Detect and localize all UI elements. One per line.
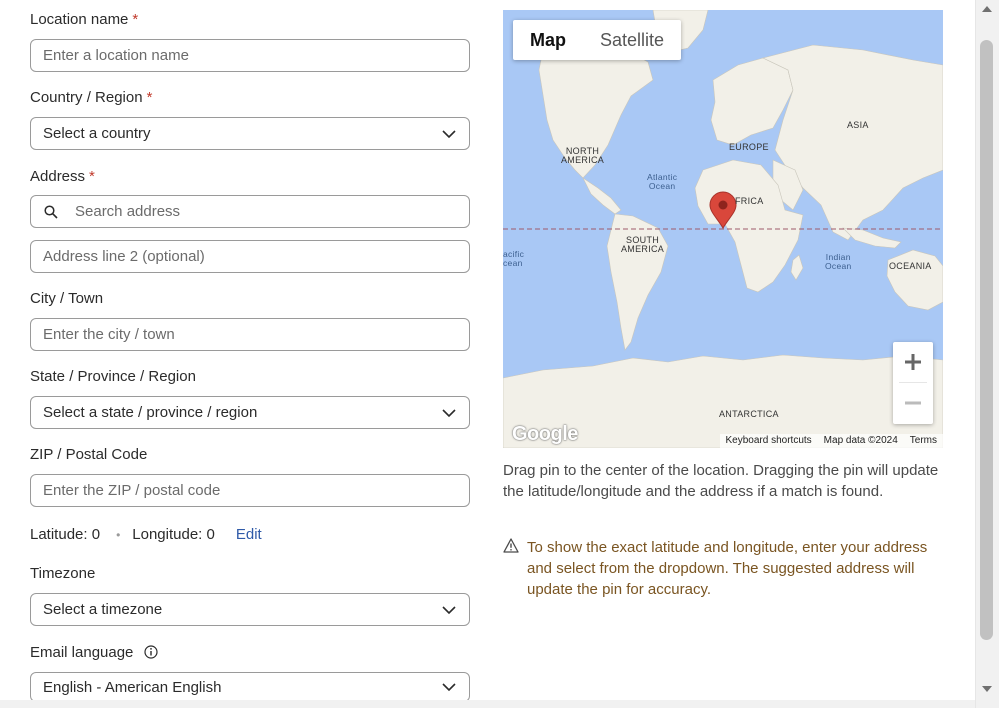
keyboard-shortcuts-link[interactable]: Keyboard shortcuts (720, 434, 818, 448)
edit-coordinates-link[interactable]: Edit (236, 526, 262, 543)
address-line2-input[interactable] (31, 241, 469, 272)
map-type-toggle: Map Satellite (513, 20, 682, 60)
city-label: City / Town (30, 290, 104, 307)
email-language-label: Email language (30, 644, 158, 661)
location-map[interactable]: NORTH AMERICA SOUTH AMERICA EUROPE ASIA FR… (503, 10, 943, 448)
north-america-map-label: NORTH AMERICA (561, 146, 605, 165)
location-name-field[interactable] (30, 39, 470, 72)
state-label: State / Province / Region (30, 368, 196, 385)
address-line2-field[interactable] (30, 240, 470, 273)
country-select[interactable]: Select a country (30, 117, 470, 150)
city-field[interactable] (30, 318, 470, 351)
search-icon (44, 205, 58, 219)
zoom-out-button[interactable] (893, 383, 933, 423)
central-america-land (582, 177, 622, 215)
address-search-input[interactable] (31, 196, 469, 227)
state-select[interactable]: Select a state / province / region (30, 396, 470, 429)
address-label: Address * (30, 168, 95, 185)
plus-icon (905, 354, 921, 370)
google-logo[interactable]: Google (512, 423, 578, 446)
email-language-select[interactable]: English - American English (30, 672, 470, 702)
minus-icon (905, 401, 921, 405)
tab-map[interactable]: Map (513, 20, 583, 60)
latitude-value: Latitude: 0 (30, 526, 101, 543)
state-select-value: Select a state / province / region (43, 404, 258, 421)
indian-ocean-map-label: Indian Ocean (825, 252, 852, 271)
australia-land (886, 249, 943, 311)
scrollbar-thumb[interactable] (980, 40, 993, 640)
map-data-credit: Map data ©2024 (823, 435, 898, 446)
south-america-map-label: SOUTH AMERICA (621, 235, 665, 254)
scroll-up-arrow-icon[interactable] (982, 6, 992, 12)
timezone-select-value: Select a timezone (43, 601, 163, 618)
indonesia-land (842, 227, 902, 249)
scroll-down-arrow-icon[interactable] (982, 686, 992, 692)
country-label: Country / Region * (30, 89, 153, 106)
email-language-select-value: English - American English (43, 678, 222, 696)
chevron-down-icon (442, 129, 456, 138)
asia-map-label: ASIA (847, 120, 869, 130)
pacific-ocean-map-label: acific cean (503, 249, 525, 268)
zip-label: ZIP / Postal Code (30, 446, 148, 463)
chevron-down-icon (442, 605, 456, 614)
city-input[interactable] (31, 319, 469, 350)
map-attribution: Keyboard shortcuts Map data ©2024 Terms (719, 434, 943, 448)
antarctica-map-label: ANTARCTICA (719, 409, 779, 419)
europe-map-label: EUROPE (729, 142, 769, 152)
country-select-value: Select a country (43, 125, 151, 142)
longitude-value: Longitude: 0 (132, 526, 215, 543)
chevron-down-icon (442, 683, 456, 692)
warning-text: To show the exact latitude and longitude… (527, 539, 928, 598)
chevron-down-icon (442, 408, 456, 417)
address-search-field[interactable] (30, 195, 470, 228)
zoom-controls (893, 342, 933, 424)
timezone-label: Timezone (30, 565, 96, 582)
atlantic-ocean-map-label: Atlantic Ocean (647, 172, 678, 191)
zip-input[interactable] (31, 475, 469, 506)
terms-link[interactable]: Terms (904, 434, 943, 448)
coords-separator: • (116, 527, 121, 542)
accuracy-warning: To show the exact latitude and longitude… (503, 537, 943, 600)
coordinates-row: Latitude: 0 • Longitude: 0 Edit (30, 526, 262, 543)
tab-satellite[interactable]: Satellite (583, 20, 681, 60)
oceania-map-label: OCEANIA (889, 261, 932, 271)
world-map-canvas[interactable] (503, 10, 943, 448)
asia-land (762, 44, 943, 241)
africa-map-label: FRICA (735, 196, 764, 206)
warning-icon (503, 538, 519, 553)
zip-field[interactable] (30, 474, 470, 507)
location-name-input[interactable] (31, 40, 469, 71)
madagascar-land (790, 254, 804, 281)
timezone-select[interactable]: Select a timezone (30, 593, 470, 626)
bottom-edge (0, 700, 975, 708)
location-name-label: Location name * (30, 11, 139, 28)
map-help-text: Drag pin to the center of the location. … (503, 462, 939, 500)
zoom-in-button[interactable] (893, 342, 933, 382)
vertical-scrollbar[interactable] (975, 0, 999, 708)
info-icon[interactable] (143, 645, 158, 659)
